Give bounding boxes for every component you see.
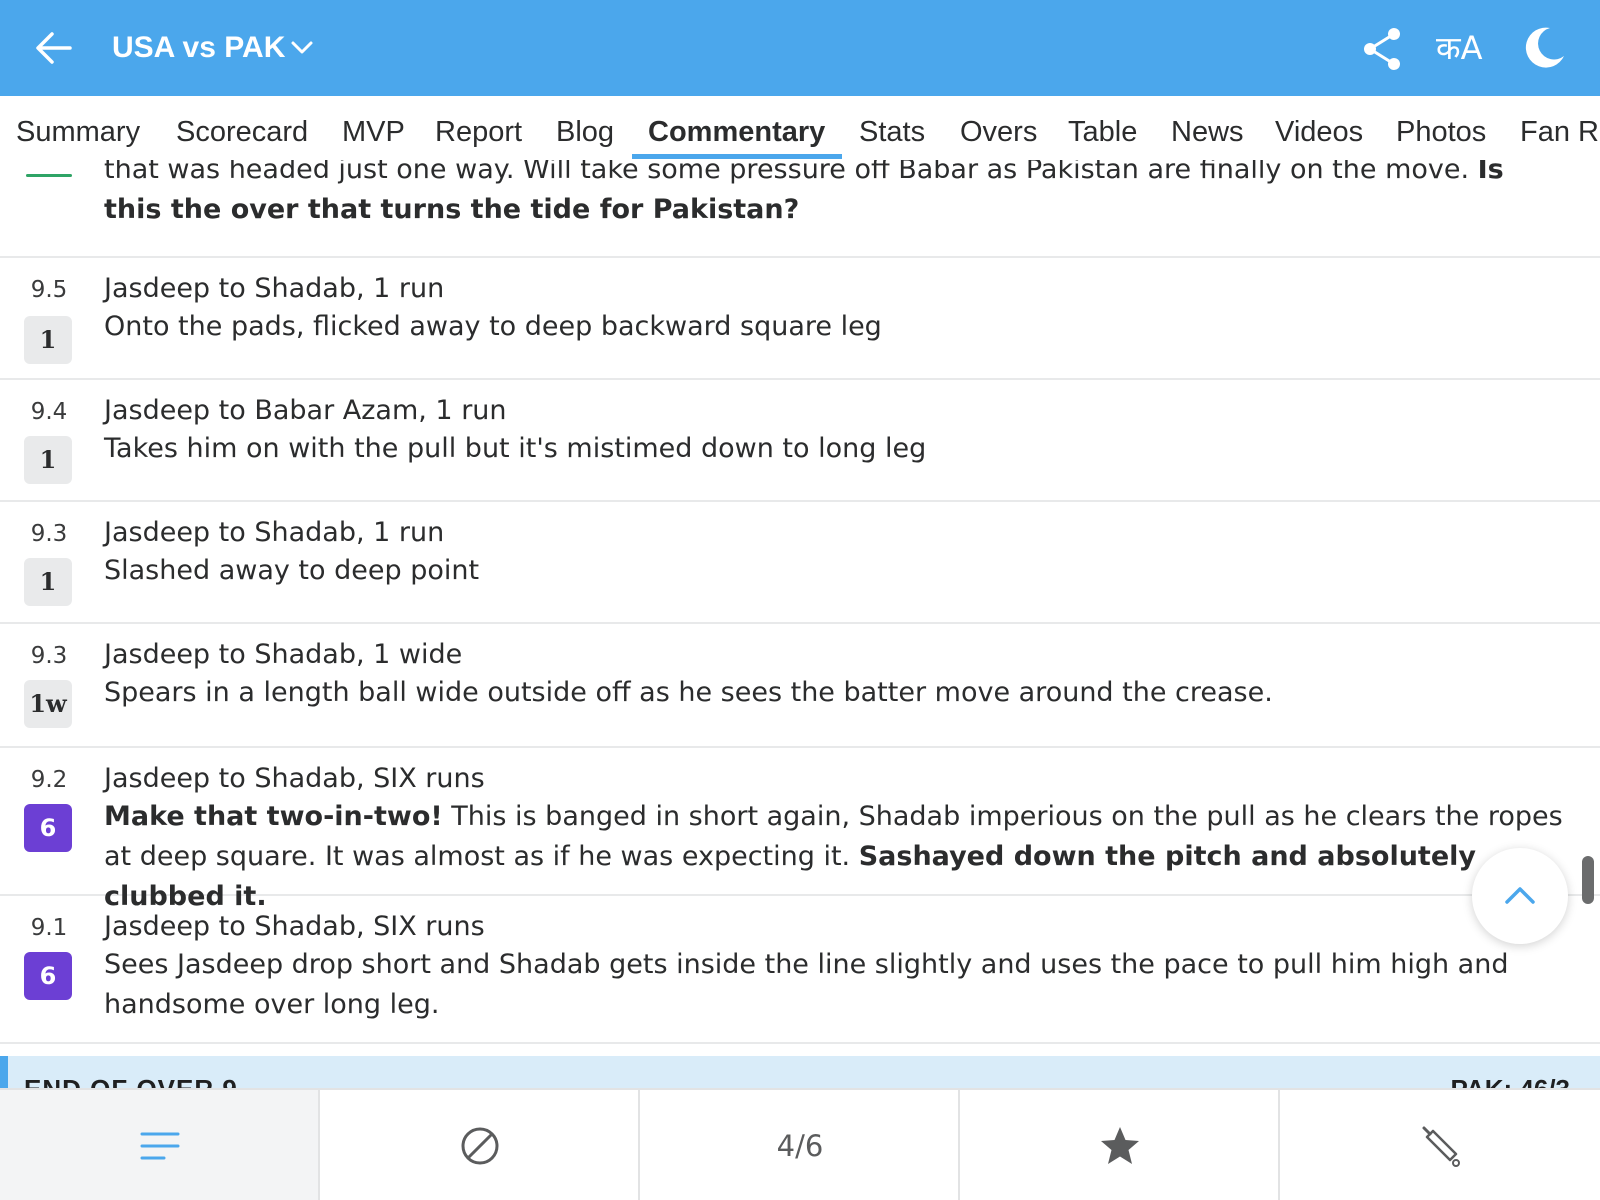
ball-badge: 1: [24, 316, 72, 364]
back-arrow-icon: [36, 32, 72, 64]
commentary-text: Takes him on with the pull but it's mist…: [104, 433, 927, 464]
cricket-bat-icon: [1422, 1126, 1460, 1167]
chevron-up-icon: [1505, 887, 1535, 904]
theme-toggle-button[interactable]: [1520, 24, 1568, 72]
app-header: USA vs PAK कA: [0, 0, 1600, 96]
end-of-over-label: END OF OVER 9: [24, 1074, 238, 1088]
over-number: 9.3: [30, 521, 68, 547]
commentary-item: 9.4 1 Jasdeep to Babar Azam, 1 run Takes…: [0, 382, 1600, 502]
tab-fan-ratings[interactable]: Fan Ra: [1520, 114, 1600, 150]
chevron-down-icon: [291, 41, 313, 54]
ball-icon: [461, 1127, 499, 1165]
commentary-item: 9.2 6 Jasdeep to Shadab, SIX runs Make t…: [0, 750, 1600, 912]
tab-mvp[interactable]: MVP: [342, 114, 405, 150]
ball-badge-six: 6: [24, 804, 72, 852]
tab-scorecard[interactable]: Scorecard: [176, 114, 308, 150]
batting-filter-button[interactable]: [1280, 1090, 1600, 1200]
back-button[interactable]: [30, 26, 78, 70]
end-of-over-score: PAK: 46/3: [1451, 1074, 1570, 1088]
tab-summary[interactable]: Summary: [16, 114, 140, 150]
commentary-text: Slashed away to deep point: [104, 555, 480, 586]
tab-table[interactable]: Table: [1068, 114, 1137, 150]
over-number: 9.2: [30, 767, 68, 793]
commentary-text: Spears in a length ball wide outside off…: [104, 677, 1273, 708]
delivery-title: Jasdeep to Shadab, SIX runs: [104, 911, 485, 942]
share-icon: [1364, 28, 1400, 70]
language-toggle-button[interactable]: कA: [1436, 28, 1482, 68]
scrollbar-thumb[interactable]: [1582, 856, 1594, 904]
over-number: 9.3: [30, 643, 68, 669]
ball-badge-six: 6: [24, 952, 72, 1000]
share-button[interactable]: [1360, 26, 1404, 72]
tab-report[interactable]: Report: [435, 114, 522, 150]
commentary-feed: that was headed just one way. Will take …: [0, 160, 1600, 1088]
match-title[interactable]: USA vs PAK: [112, 26, 285, 70]
delivery-title: Jasdeep to Shadab, SIX runs: [104, 763, 485, 794]
menu-lines-icon: [140, 1132, 180, 1160]
over-number: 9.4: [30, 399, 68, 425]
star-icon: [1101, 1127, 1139, 1164]
tab-photos[interactable]: Photos: [1396, 114, 1486, 150]
delivery-title: Jasdeep to Shadab, 1 run: [104, 517, 445, 548]
commentary-item: 9.3 1 Jasdeep to Shadab, 1 run Slashed a…: [0, 504, 1600, 624]
delivery-title: Jasdeep to Babar Azam, 1 run: [104, 395, 507, 426]
match-dropdown-button[interactable]: [288, 34, 316, 62]
ball-badge: [26, 160, 72, 178]
page-indicator: 4/6: [776, 1129, 824, 1163]
tab-blog[interactable]: Blog: [556, 114, 614, 150]
ball-filter-button[interactable]: [320, 1090, 640, 1200]
tab-videos[interactable]: Videos: [1275, 114, 1363, 150]
tab-commentary[interactable]: Commentary: [648, 114, 825, 150]
innings-page-indicator[interactable]: 4/6: [640, 1090, 960, 1200]
commentary-item: 9.3 1w Jasdeep to Shadab, 1 wide Spears …: [0, 626, 1600, 748]
match-tabs: Summary Scorecard MVP Report Blog Commen…: [0, 96, 1600, 160]
end-of-over-banner: END OF OVER 9 PAK: 46/3: [0, 1056, 1600, 1088]
tab-news[interactable]: News: [1171, 114, 1244, 150]
full-commentary-button[interactable]: [0, 1090, 320, 1200]
scroll-to-top-button[interactable]: [1472, 848, 1568, 944]
tab-overs[interactable]: Overs: [960, 114, 1037, 150]
commentary-item: 9.1 6 Jasdeep to Shadab, SIX runs Sees J…: [0, 898, 1600, 1044]
ball-badge: 1: [24, 558, 72, 606]
bottom-navigation: 4/6: [0, 1088, 1600, 1200]
commentary-text: that was headed just one way. Will take …: [104, 160, 1504, 225]
delivery-title: Jasdeep to Shadab, 1 wide: [104, 639, 463, 670]
commentary-item-partial: that was headed just one way. Will take …: [0, 160, 1600, 258]
tab-stats[interactable]: Stats: [859, 114, 925, 150]
over-number: 9.1: [30, 915, 68, 941]
ball-badge: 1w: [24, 680, 72, 728]
active-tab-indicator: [632, 154, 842, 159]
highlights-button[interactable]: [960, 1090, 1280, 1200]
commentary-text: Sees Jasdeep drop short and Shadab gets …: [104, 949, 1509, 1020]
moon-icon: [1525, 27, 1564, 68]
over-number: 9.5: [30, 277, 68, 303]
commentary-item: 9.5 1 Jasdeep to Shadab, 1 run Onto the …: [0, 260, 1600, 380]
ball-badge: 1: [24, 436, 72, 484]
delivery-title: Jasdeep to Shadab, 1 run: [104, 273, 445, 304]
commentary-text: Onto the pads, flicked away to deep back…: [104, 311, 882, 342]
